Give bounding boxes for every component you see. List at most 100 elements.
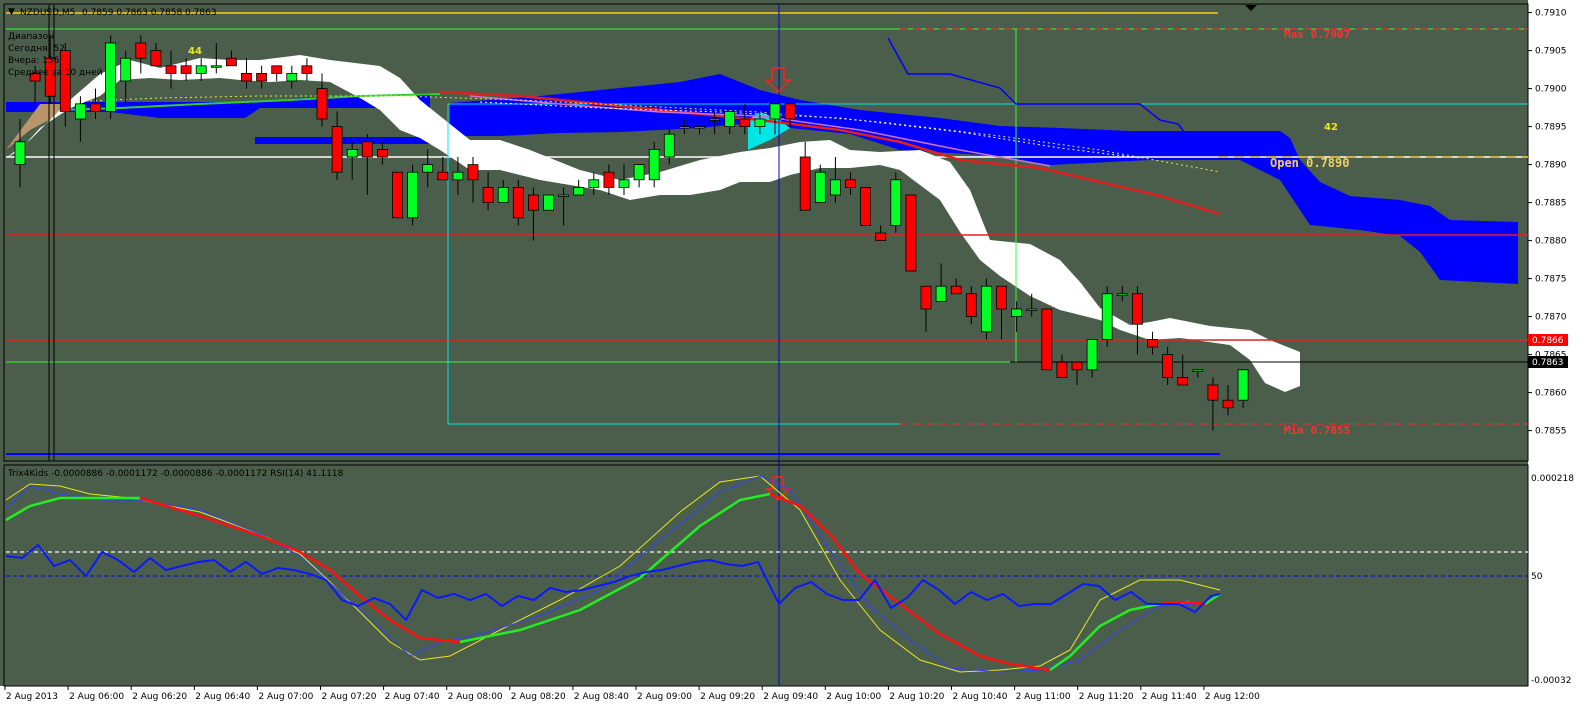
time-tick-label: 2 Aug 07:40 xyxy=(385,692,440,702)
candle-body xyxy=(543,194,554,211)
candle-body xyxy=(286,73,298,82)
candle-body xyxy=(1011,308,1022,317)
candle-body xyxy=(1237,369,1249,401)
candle-body xyxy=(769,103,781,120)
candle-body xyxy=(603,171,615,188)
price-tick-label: 0.7910 xyxy=(1535,9,1567,19)
candle-body xyxy=(905,194,917,272)
candle-body xyxy=(845,179,856,188)
time-tick-label: 2 Aug 2013 xyxy=(6,692,58,702)
time-tick-label: 2 Aug 11:40 xyxy=(1142,692,1197,702)
candle-body xyxy=(225,57,237,67)
min-label: Min 0.7855 xyxy=(1284,424,1350,437)
candle-body xyxy=(528,194,539,211)
candle-body xyxy=(679,126,690,129)
candle-body xyxy=(996,285,1007,310)
time-tick-label: 2 Aug 12:00 xyxy=(1205,692,1260,702)
candle-body xyxy=(890,179,902,226)
candle-body xyxy=(1147,338,1158,348)
candle-body xyxy=(1132,293,1143,325)
time-tick-label: 2 Aug 10:40 xyxy=(953,692,1008,702)
candle-body xyxy=(573,186,585,196)
count-42-label: 42 xyxy=(1324,122,1338,133)
candle-body xyxy=(271,65,283,74)
time-tick-label: 2 Aug 08:00 xyxy=(448,692,503,702)
trix-main-green-3 xyxy=(1049,600,1191,672)
trading-terminal-window: ▼ NZDUSD,M5 0.7859 0.7863 0.7858 0.7863 … xyxy=(0,0,1590,716)
red-price-tag-label: 0.7866 xyxy=(1532,336,1564,346)
candle-body xyxy=(1041,308,1053,371)
candle-body xyxy=(830,179,841,196)
candle-body xyxy=(241,73,252,82)
time-tick-label: 2 Aug 09:00 xyxy=(637,692,692,702)
price-tick-label: 0.7855 xyxy=(1535,427,1567,437)
candle-body xyxy=(1056,361,1068,378)
time-tick-label: 2 Aug 06:00 xyxy=(69,692,124,702)
candle-body xyxy=(120,57,132,82)
candle-body xyxy=(452,171,464,181)
candle-body xyxy=(59,50,71,112)
candle-body xyxy=(965,293,977,317)
candle-body xyxy=(1177,376,1189,386)
candle-body xyxy=(875,232,887,241)
info-line-3: Среднее за 10 дней xyxy=(8,68,103,78)
candle-body xyxy=(1086,338,1098,371)
candle-body xyxy=(195,65,207,74)
time-tick-label: 2 Aug 11:20 xyxy=(1079,692,1134,702)
candle-body xyxy=(935,285,947,302)
candle-body xyxy=(1026,308,1038,311)
candle-body xyxy=(739,118,751,127)
price-tick-label: 0.7895 xyxy=(1535,123,1567,133)
price-tick-label: 0.7870 xyxy=(1535,313,1567,323)
trix-thin-yellow xyxy=(5,475,1221,673)
candle-body xyxy=(814,171,826,203)
indicator-header: Trix4Kids -0.0000886 -0.0001172 -0.00008… xyxy=(7,469,344,479)
chart-shift-icon[interactable] xyxy=(1245,5,1257,11)
candle-body xyxy=(754,118,766,127)
time-tick-label: 2 Aug 07:00 xyxy=(258,692,313,702)
candle-body xyxy=(437,171,449,181)
candle-body xyxy=(256,73,268,82)
candle-body xyxy=(210,65,222,68)
candle-body xyxy=(150,50,162,67)
info-line-2: Вчера: 136 xyxy=(8,56,60,66)
dropdown-triangle-icon[interactable]: ▼ xyxy=(8,7,15,17)
candle-body xyxy=(784,103,796,120)
candle-body xyxy=(860,186,871,226)
info-line-0: Диапазон xyxy=(8,32,54,42)
candle-body xyxy=(180,65,192,74)
candle-body xyxy=(301,65,313,74)
candle-body xyxy=(1192,369,1204,372)
candle-body xyxy=(709,118,720,121)
candle-body xyxy=(588,179,600,188)
candle-body xyxy=(75,103,86,120)
indicator-tick-label: 50 xyxy=(1531,572,1543,582)
candle-body xyxy=(90,103,101,112)
price-tick-label: 0.7875 xyxy=(1535,275,1567,285)
candle-body xyxy=(165,65,177,74)
symbol-header: NZDUSD,M5 xyxy=(20,8,75,18)
candle-body xyxy=(1222,399,1234,409)
candle-body xyxy=(512,186,524,219)
time-tick-label: 2 Aug 10:20 xyxy=(889,692,944,702)
candle-body xyxy=(135,42,147,59)
candle-body xyxy=(633,164,645,181)
time-tick-label: 2 Aug 08:20 xyxy=(511,692,566,702)
ohlc-values: 0.7859 0.7863 0.7858 0.7863 xyxy=(82,8,217,18)
count-44-label: 44 xyxy=(188,46,202,57)
time-tick-label: 2 Aug 09:20 xyxy=(700,692,755,702)
candle-body xyxy=(482,186,494,203)
candle-body xyxy=(422,164,434,173)
candle-body xyxy=(981,285,992,333)
candle-body xyxy=(407,171,419,219)
price-chart[interactable]: ▼ NZDUSD,M5 0.7859 0.7863 0.7858 0.7863 … xyxy=(0,0,1590,716)
info-line-1: Сегодня: 52 xyxy=(8,44,65,54)
candle-body xyxy=(1071,361,1083,371)
trix-main-green-2 xyxy=(459,492,771,644)
candle-body xyxy=(694,126,705,129)
candle-body xyxy=(467,164,479,181)
candle-body xyxy=(14,141,26,166)
time-tick-label: 2 Aug 11:00 xyxy=(1016,692,1071,702)
trix-main-red xyxy=(139,496,461,644)
current-price-label: 0.7863 xyxy=(1532,358,1564,368)
